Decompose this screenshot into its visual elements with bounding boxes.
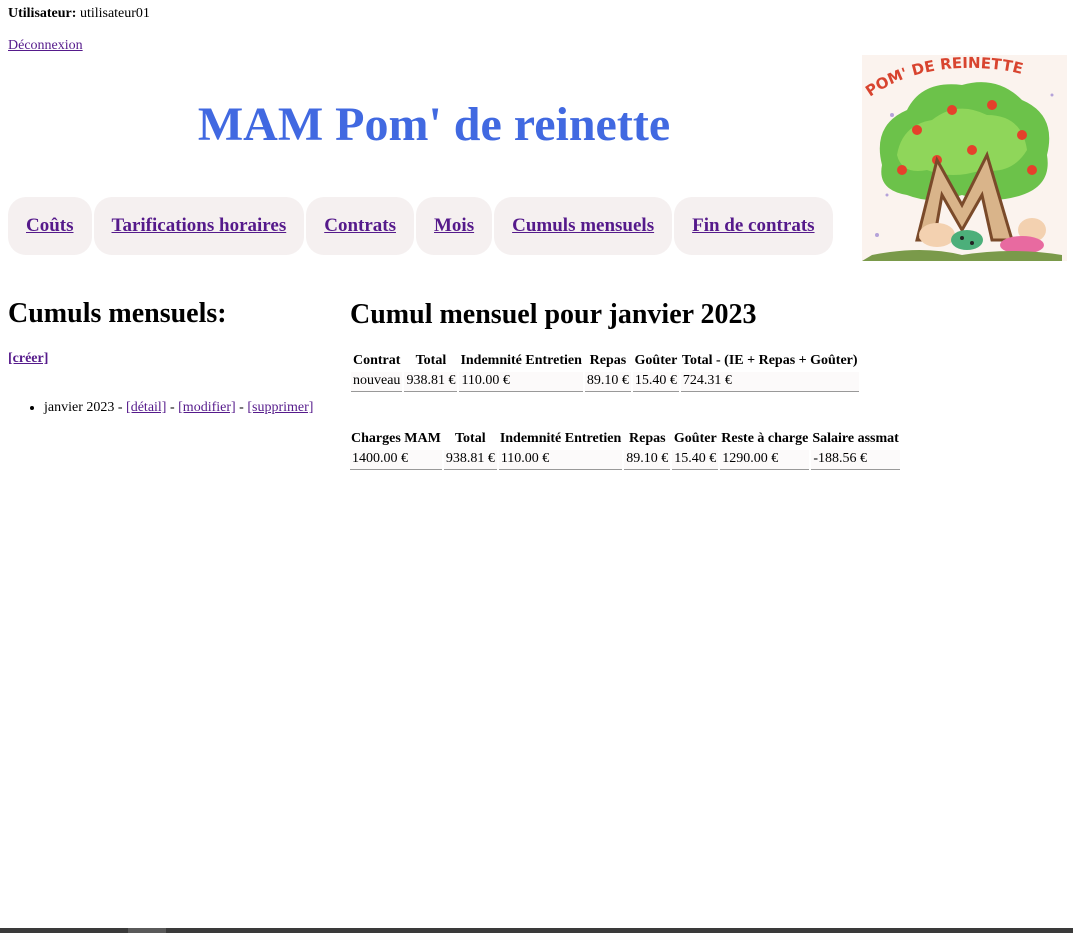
list-item: janvier 2023 - [détail] - [modifier] - [… [44,400,313,416]
site-title: MAM Pom' de reinette [197,98,671,151]
logo-tree-icon: POM' DE REINETTE [862,55,1067,261]
table-cell: 938.81 € [404,372,458,392]
table-header-row: Contrat Total Indemnité Entretien Repas … [351,352,859,370]
table-cell: 15.40 € [672,450,719,470]
column-header: Salaire assmat [812,431,899,446]
table-row: nouveau 938.81 € 110.00 € 89.10 € 15.40 … [351,372,859,392]
table-cell: 724.31 € [680,372,859,392]
column-header: Repas [589,353,627,368]
table-cell: 1400.00 € [350,450,442,470]
table-cell: 1290.00 € [720,450,810,470]
nav-link-cumuls[interactable]: Cumuls mensuels [512,215,654,237]
nav-item-mois: Mois [416,197,493,255]
logout-link[interactable]: Déconnexion [8,38,83,54]
table-cell: 938.81 € [443,450,497,470]
table-cell: nouveau [351,372,403,392]
nav-link-couts[interactable]: Coûts [26,215,74,237]
bottom-bar [0,928,1073,933]
delete-link[interactable]: [supprimer] [247,400,313,415]
nav-item-couts: Coûts [8,197,92,255]
table-cell: -188.56 € [811,450,900,470]
month-label: janvier 2023 [44,400,115,415]
nav-item-tarifications: Tarifications horaires [93,197,305,255]
sidebar-title: Cumuls mensuels: [8,298,227,329]
charges-table: Charges MAM Total Indemnité Entretien Re… [348,428,902,472]
bottom-bar-tab [128,928,166,933]
column-header: Contrat [353,353,401,368]
column-header: Repas [629,431,666,446]
modify-link[interactable]: [modifier] [178,400,236,415]
table-cell: 89.10 € [624,450,671,470]
column-header: Charges MAM [351,431,441,446]
separator: - [235,400,248,415]
page-title: Cumul mensuel pour janvier 2023 [350,299,757,330]
separator: - [114,400,127,415]
nav-link-mois[interactable]: Mois [434,215,474,237]
month-list: janvier 2023 - [détail] - [modifier] - [… [26,400,313,416]
column-header: Total [415,353,447,368]
table-row: 1400.00 € 938.81 € 110.00 € 89.10 € 15.4… [350,450,900,470]
table-header-row: Charges MAM Total Indemnité Entretien Re… [350,430,900,448]
column-header: Goûter [673,431,717,446]
column-header: Total - (IE + Repas + Goûter) [681,353,858,368]
cumul-table: Contrat Total Indemnité Entretien Repas … [349,350,861,394]
nav-link-fin-contrats[interactable]: Fin de contrats [692,215,814,237]
nav-item-cumuls: Cumuls mensuels [494,197,673,255]
table-cell: 89.10 € [584,372,631,392]
column-header: Indemnité Entretien [499,431,622,446]
table-cell: 110.00 € [498,450,623,470]
main-nav: Coûts Tarifications horaires Contrats Mo… [8,197,833,255]
column-header: Reste à charge [721,431,809,446]
logo-image: POM' DE REINETTE [862,55,1067,261]
table-cell: 15.40 € [632,372,679,392]
column-header: Goûter [634,353,678,368]
nav-link-tarifications[interactable]: Tarifications horaires [112,215,287,237]
column-header: Total [455,431,486,446]
nav-link-contrats[interactable]: Contrats [324,215,396,237]
user-info: Utilisateur: utilisateur01 [8,6,150,22]
user-label: Utilisateur: [8,6,77,21]
nav-item-fin-contrats: Fin de contrats [674,197,833,255]
detail-link[interactable]: [détail] [126,400,166,415]
create-link[interactable]: [créer] [8,351,48,367]
column-header: Indemnité Entretien [460,353,582,368]
user-name: utilisateur01 [79,6,150,21]
separator: - [166,400,179,415]
table-cell: 110.00 € [459,372,583,392]
nav-item-contrats: Contrats [306,197,414,255]
